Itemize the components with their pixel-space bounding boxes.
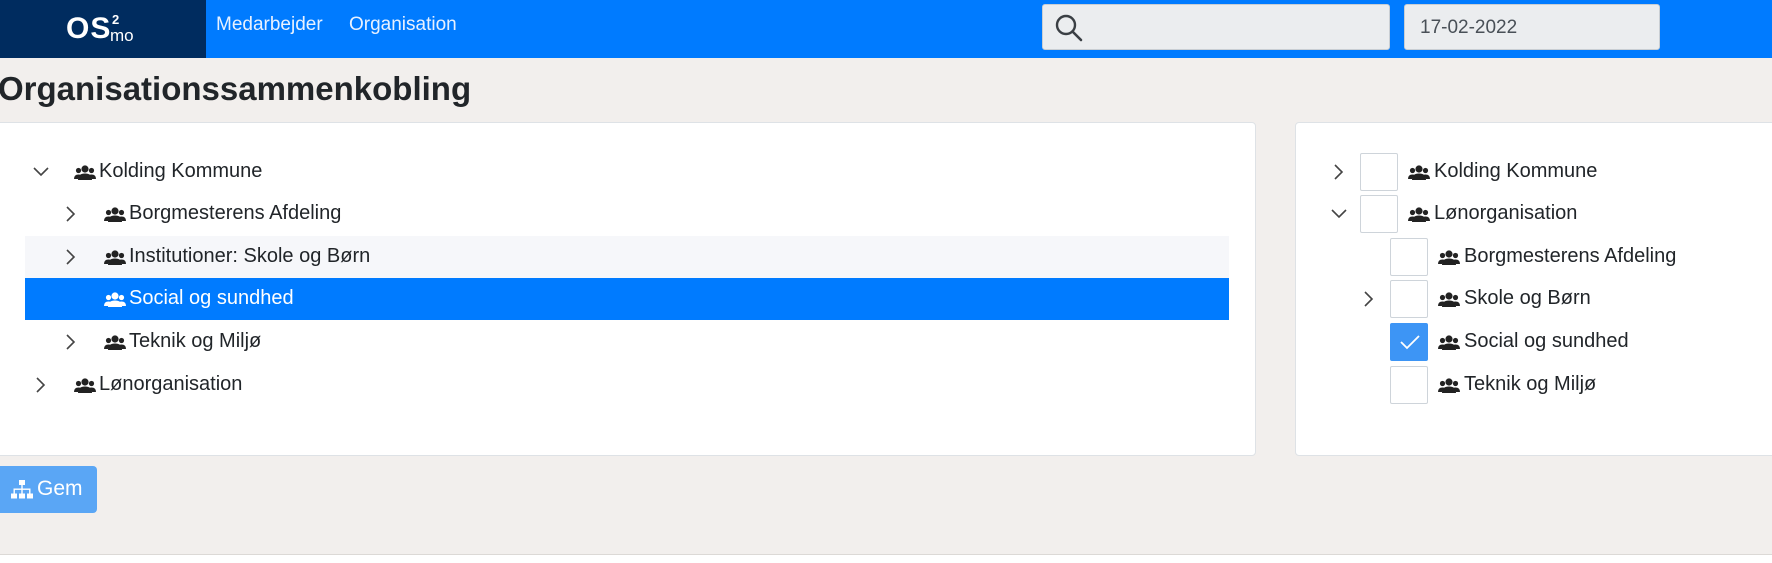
check-node-label: Borgmesterens Afdeling [1464, 245, 1677, 267]
chevron-right-icon[interactable] [62, 248, 80, 266]
check-node-kolding-kommune[interactable]: Kolding Kommune [1320, 151, 1770, 193]
users-icon [104, 207, 126, 222]
check-node-label: Skole og Børn [1464, 287, 1591, 309]
tree-node-label: Kolding Kommune [99, 160, 263, 182]
chevron-right-icon[interactable] [1360, 290, 1378, 308]
tree-node-teknik-og-miljo[interactable]: Teknik og Miljø [25, 321, 1229, 363]
chevron-right-icon[interactable] [62, 333, 80, 351]
tree-node-social-og-sundhed-selected[interactable]: Social og sundhed [25, 278, 1229, 320]
checkmark-icon [1400, 335, 1420, 350]
search-input[interactable] [1042, 4, 1390, 50]
chevron-right-icon[interactable] [62, 205, 80, 223]
users-icon [1438, 292, 1460, 307]
tree-node-label: Institutioner: Skole og Børn [129, 245, 371, 267]
checkbox[interactable] [1360, 153, 1398, 191]
tree-node-kolding-kommune[interactable]: Kolding Kommune [25, 151, 1229, 193]
checkbox[interactable] [1390, 366, 1428, 404]
checkbox[interactable] [1390, 280, 1428, 318]
check-node-label: Kolding Kommune [1434, 160, 1598, 182]
footer-divider [0, 554, 1772, 555]
users-icon [1408, 165, 1430, 180]
users-icon [104, 335, 126, 350]
users-icon [1438, 250, 1460, 265]
checkbox[interactable] [1390, 238, 1428, 276]
users-icon [1438, 335, 1460, 350]
check-node-teknik-og-miljo[interactable]: Teknik og Miljø [1320, 364, 1770, 406]
chevron-right-icon[interactable] [1330, 163, 1348, 181]
check-node-label: Social og sundhed [1464, 330, 1629, 352]
tree-node-borgmesterens-afdeling[interactable]: Borgmesterens Afdeling [25, 193, 1229, 235]
users-icon [104, 250, 126, 265]
tree-node-label: Borgmesterens Afdeling [129, 202, 342, 224]
chevron-right-icon[interactable] [32, 376, 50, 394]
checkbox[interactable] [1360, 195, 1398, 233]
tree-node-institutioner-skole-og-born[interactable]: Institutioner: Skole og Børn [25, 236, 1229, 278]
users-icon [1408, 207, 1430, 222]
check-node-label: Teknik og Miljø [1464, 373, 1597, 395]
users-icon [74, 378, 96, 393]
os2mo-logo: OS 2 mo [66, 12, 134, 45]
users-icon [104, 292, 126, 307]
chevron-down-icon[interactable] [32, 163, 50, 181]
check-node-label: Lønorganisation [1434, 202, 1578, 224]
nav-link-medarbejder[interactable]: Medarbejder [216, 14, 323, 36]
chevron-down-icon[interactable] [1330, 205, 1348, 223]
tree-node-label: Lønorganisation [99, 373, 243, 395]
save-button[interactable]: Gem [0, 466, 97, 513]
tree-node-label: Social og sundhed [129, 287, 294, 309]
tree-node-label: Teknik og Miljø [129, 330, 262, 352]
date-picker-input[interactable]: 17-02-2022 [1404, 4, 1660, 50]
top-navbar: OS 2 mo Medarbejder Organisation 17-02-2… [0, 0, 1772, 58]
nav-link-organisation[interactable]: Organisation [349, 14, 457, 36]
checkbox-checked[interactable] [1390, 323, 1428, 361]
check-node-lonorganisation[interactable]: Lønorganisation [1320, 193, 1770, 235]
search-icon [1055, 14, 1083, 42]
save-button-label: Gem [37, 477, 83, 500]
check-node-social-og-sundhed[interactable]: Social og sundhed [1320, 321, 1770, 363]
check-node-skole-og-born[interactable]: Skole og Børn [1320, 278, 1770, 320]
sitemap-icon [11, 480, 33, 499]
check-node-borgmesterens-afdeling[interactable]: Borgmesterens Afdeling [1320, 236, 1770, 278]
brand-logo[interactable]: OS 2 mo [0, 0, 206, 58]
users-icon [74, 165, 96, 180]
page-title: Organisationssammenkobling [0, 70, 472, 107]
tree-node-lonorganisation[interactable]: Lønorganisation [25, 364, 1229, 406]
users-icon [1438, 378, 1460, 393]
